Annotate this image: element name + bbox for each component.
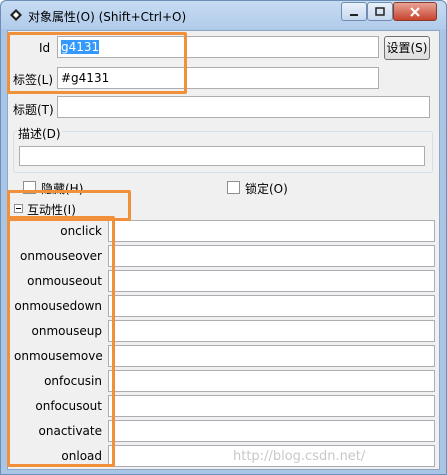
- title-bar[interactable]: 对象属性(O) (Shift+Ctrl+O): [1, 1, 446, 29]
- maximize-button[interactable]: [367, 2, 393, 21]
- description-field[interactable]: [19, 146, 425, 166]
- event-input-onmousemove[interactable]: [108, 345, 435, 367]
- settings-button[interactable]: 设置(S): [384, 36, 430, 60]
- inkscape-app-icon: [10, 9, 22, 21]
- description-label: 描述(D): [17, 125, 62, 142]
- object-properties-window: 对象属性(O) (Shift+Ctrl+O) Id g4131 设置(S) 标签…: [0, 0, 447, 475]
- event-input-onmouseup[interactable]: [108, 320, 435, 342]
- minimize-button[interactable]: [341, 2, 367, 21]
- minimize-icon: [350, 13, 358, 16]
- event-input-onfocusout[interactable]: [108, 395, 435, 417]
- watermark: http://blog.csdn.net/: [233, 449, 366, 464]
- event-input-onmouseout[interactable]: [108, 270, 435, 292]
- event-input-onactivate[interactable]: [108, 420, 435, 442]
- event-input-onclick[interactable]: [108, 220, 435, 242]
- lock-checkbox[interactable]: [227, 181, 240, 194]
- event-input-onmouseover[interactable]: [108, 245, 435, 267]
- highlight-box-id-tag: [7, 32, 187, 94]
- maximize-icon: [375, 6, 385, 16]
- event-input-onfocusin[interactable]: [108, 370, 435, 392]
- window-title: 对象属性(O) (Shift+Ctrl+O): [28, 10, 187, 24]
- event-input-onmousedown[interactable]: [108, 295, 435, 317]
- close-button[interactable]: [393, 2, 437, 21]
- highlight-box-events: [7, 216, 115, 467]
- lock-label[interactable]: 锁定(O): [245, 180, 288, 197]
- title-field[interactable]: [57, 96, 430, 118]
- title-label: 标题(T): [13, 103, 54, 117]
- close-icon: [410, 6, 420, 17]
